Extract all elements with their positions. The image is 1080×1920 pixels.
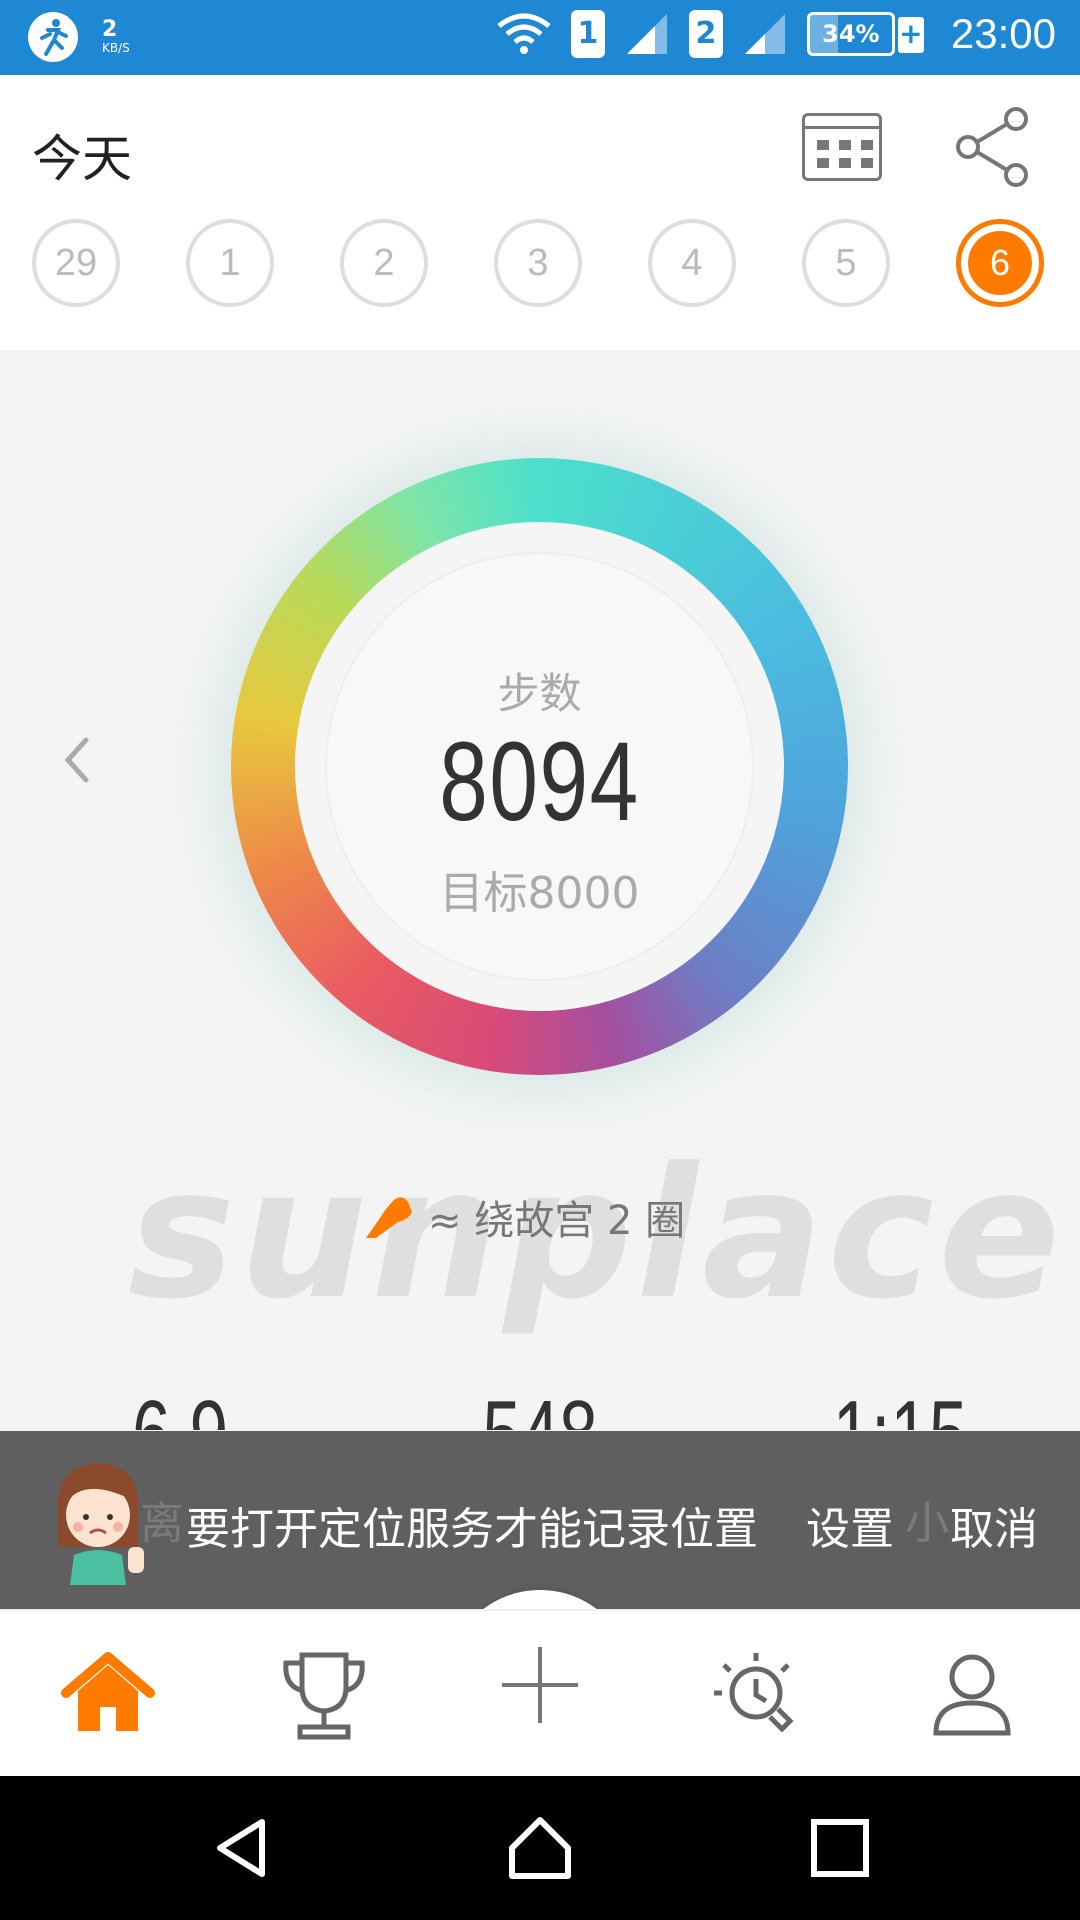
steps-label: 步数 [497, 669, 582, 718]
active-day-label: 6 [968, 231, 1032, 295]
progress-ring[interactable]: 步数 8094 目标8000 [231, 458, 848, 1075]
day-button[interactable]: 29 [32, 219, 120, 307]
day-button[interactable]: 2 [340, 219, 428, 307]
day-button[interactable]: 3 [494, 219, 582, 307]
signal-icon [744, 14, 785, 54]
battery-icon: 34% + [806, 12, 924, 56]
day-selector: 29 1 2 3 4 5 6 [32, 219, 1052, 309]
duration-value: 1:15 [821, 1380, 979, 1430]
day-button[interactable]: 1 [186, 219, 274, 307]
wifi-icon [497, 13, 551, 54]
profile-icon[interactable] [924, 1647, 1020, 1743]
home-nav-icon[interactable] [504, 1812, 576, 1884]
clock: 23:00 [950, 10, 1056, 57]
calendar-icon[interactable] [802, 113, 882, 181]
equivalent-distance: ≈ 绕故宫 2 圈 [362, 1188, 685, 1246]
equivalent-text: ≈ 绕故宫 2 圈 [428, 1198, 686, 1244]
sim1-badge: 1 [570, 10, 605, 58]
share-icon[interactable] [952, 105, 1036, 189]
back-icon[interactable] [206, 1812, 278, 1884]
steps-count: 8094 [439, 719, 640, 844]
step-dashboard: 步数 8094 目标8000 sunplace ≈ 绕故宫 2 圈 6.9 54… [0, 350, 1080, 1430]
add-icon[interactable] [492, 1637, 588, 1733]
day-button[interactable]: 4 [648, 219, 736, 307]
sim2-badge: 2 [688, 10, 723, 58]
day-button-active[interactable]: 6 [956, 219, 1044, 307]
shoe-icon [366, 1197, 412, 1238]
status-bar: 2 KB/S 1 2 34% + 23:00 [0, 0, 1080, 75]
previous-day-arrow-icon[interactable] [58, 730, 98, 790]
steps-goal: 目标8000 [439, 868, 640, 919]
network-speed: 2 KB/S [102, 17, 130, 56]
calories-value: 548 [461, 1380, 619, 1430]
home-icon[interactable] [60, 1647, 156, 1743]
header: 今天 29 1 2 3 4 5 6 [0, 75, 1080, 350]
android-nav-bar [0, 1776, 1080, 1920]
recents-icon[interactable] [804, 1812, 876, 1884]
lightbulb-icon[interactable] [710, 1647, 806, 1743]
charging-icon: + [897, 17, 924, 53]
page-title: 今天 [32, 130, 132, 188]
bottom-tab-bar [0, 1609, 1080, 1776]
day-button[interactable]: 5 [802, 219, 890, 307]
stat-label-ghost: 小 [905, 1498, 949, 1549]
running-app-icon [28, 12, 78, 62]
battery-level: 34% [822, 20, 880, 48]
trophy-icon[interactable] [276, 1647, 372, 1743]
location-snackbar: 离 小 要打开定位服务才能记录位置 设置 取消 [0, 1431, 1080, 1609]
settings-button[interactable]: 设置 [806, 1493, 894, 1557]
signal-icon [626, 14, 667, 54]
snackbar-message: 要打开定位服务才能记录位置 [186, 1504, 758, 1555]
cancel-button[interactable]: 取消 [950, 1493, 1038, 1557]
girl-avatar-icon [57, 1463, 144, 1585]
distance-value: 6.9 [101, 1380, 259, 1430]
